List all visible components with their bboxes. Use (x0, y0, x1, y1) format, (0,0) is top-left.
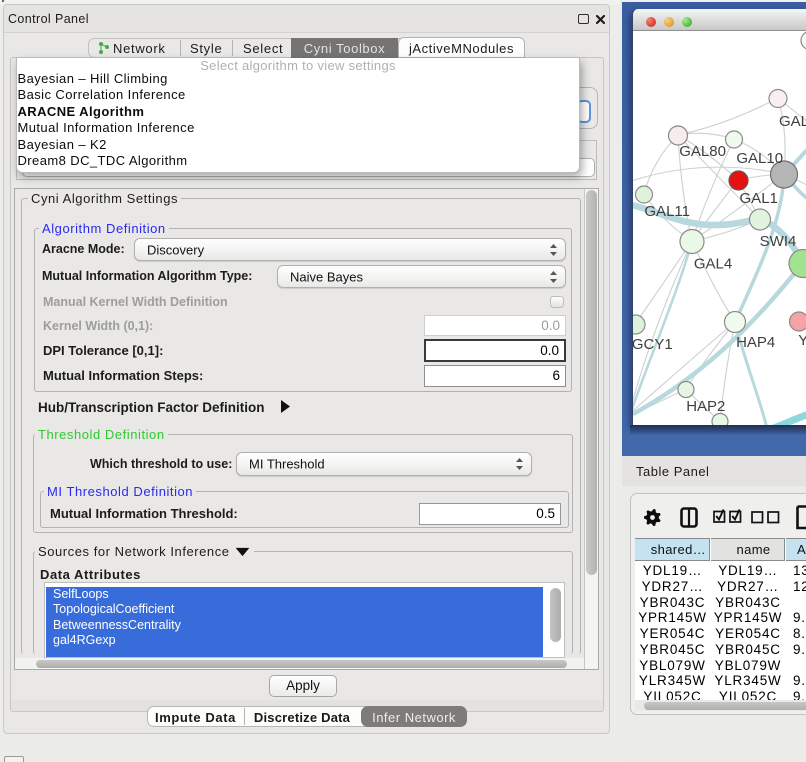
svg-text:GAL80: GAL80 (679, 143, 726, 160)
svg-text:GAL4: GAL4 (694, 256, 732, 273)
svg-text:GAL1: GAL1 (740, 190, 778, 207)
svg-text:GCY1: GCY1 (633, 336, 673, 353)
svg-text:HAP2: HAP2 (686, 398, 725, 415)
svg-text:Y: Y (798, 332, 806, 349)
svg-text:SWI4: SWI4 (760, 233, 797, 250)
svg-text:GAL7: GAL7 (779, 113, 806, 130)
svg-text:HAP4: HAP4 (736, 334, 775, 351)
svg-text:GAL11: GAL11 (644, 203, 690, 220)
svg-text:GAL10: GAL10 (736, 150, 783, 167)
